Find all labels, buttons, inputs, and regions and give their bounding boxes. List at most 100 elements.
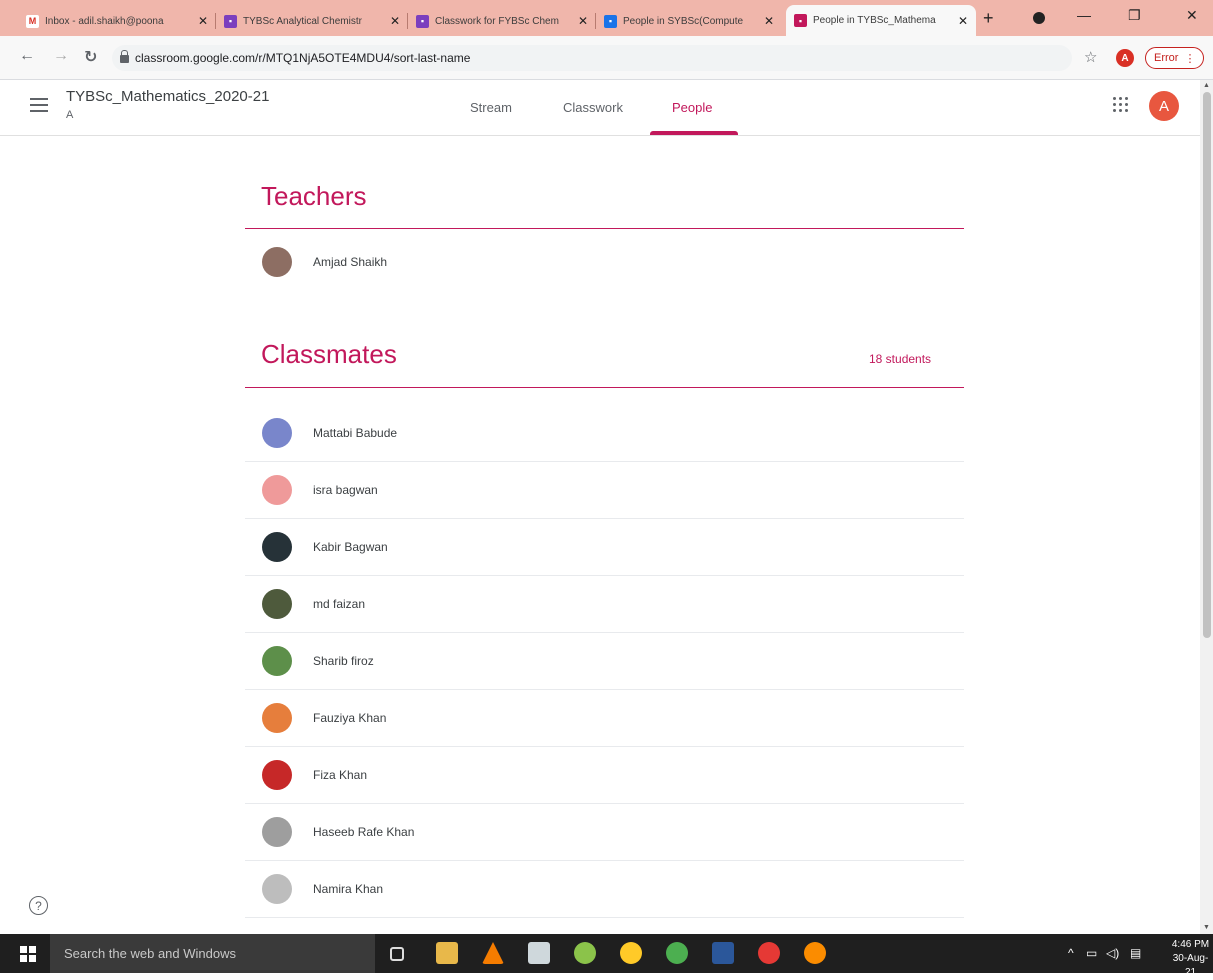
classroom-header: TYBSc_Mathematics_2020-21 A Stream Class… <box>0 80 1200 136</box>
avatar <box>262 589 292 619</box>
bookmark-star-icon[interactable]: ☆ <box>1084 48 1097 66</box>
tab-people[interactable]: People <box>672 100 712 115</box>
avatar <box>262 418 292 448</box>
close-tab-icon[interactable]: ✕ <box>198 14 208 28</box>
classmate-name: Haseeb Rafe Khan <box>313 825 415 839</box>
classroom-icon: ▪ <box>224 14 237 28</box>
classmate-name: Mattabi Babude <box>313 426 398 440</box>
scroll-up-icon[interactable]: ▲ <box>1203 82 1210 89</box>
teacher-row[interactable]: Amjad Shaikh <box>245 233 964 290</box>
browser-profile-avatar[interactable]: A <box>1116 49 1134 67</box>
system-clock[interactable]: 4:46 PM 30-Aug-21 <box>1168 938 1213 980</box>
account-avatar[interactable]: A <box>1149 91 1179 121</box>
student-count: 18 students <box>869 352 932 366</box>
classmate-row[interactable]: Namira Khan <box>245 861 964 918</box>
browser-tab-inbox[interactable]: M Inbox - adil.shaikh@poona ✕ <box>18 6 216 36</box>
browser-tab-people-tybsc[interactable]: ▪ People in TYBSc_Mathema ✕ <box>786 5 976 36</box>
forward-icon[interactable]: → <box>53 47 69 65</box>
close-window-button[interactable]: ✕ <box>1186 7 1198 24</box>
tab-stream[interactable]: Stream <box>470 100 512 115</box>
close-tab-icon[interactable]: ✕ <box>578 14 588 28</box>
tab-title: People in SYBSc(Compute <box>623 15 744 27</box>
avatar <box>262 532 292 562</box>
vlc-icon[interactable] <box>482 942 504 964</box>
taskbar-search[interactable]: Search the web and Windows <box>50 934 375 973</box>
volume-icon[interactable]: ◁) <box>1106 946 1119 960</box>
calculator-icon[interactable] <box>528 942 550 964</box>
classmate-row[interactable]: Fiza Khan <box>245 747 964 804</box>
chrome-icon[interactable] <box>666 942 688 964</box>
restore-button[interactable]: ❐ <box>1128 7 1141 24</box>
classmate-row[interactable]: Haseeb Rafe Khan <box>245 804 964 861</box>
avatar <box>262 703 292 733</box>
teacher-name: Amjad Shaikh <box>313 254 388 269</box>
scroll-down-icon[interactable]: ▼ <box>1203 924 1210 931</box>
tab-title: TYBSc Analytical Chemistr <box>243 15 362 27</box>
windows-start-icon[interactable] <box>20 946 36 962</box>
avatar <box>262 817 292 847</box>
active-tab-indicator <box>650 131 738 135</box>
tab-title: Classwork for FYBSc Chem <box>435 15 559 27</box>
clock-time: 4:46 PM <box>1171 939 1210 950</box>
classmate-name: isra bagwan <box>313 483 378 497</box>
file-explorer-icon[interactable] <box>436 942 458 964</box>
classmate-row[interactable]: Sharib firoz <box>245 633 964 690</box>
classroom-icon: ▪ <box>604 14 617 28</box>
classroom-icon: ▪ <box>794 14 807 27</box>
classmate-name: Fauziya Khan <box>313 711 387 725</box>
paint-icon[interactable] <box>574 942 596 964</box>
clock-date: 30-Aug-21 <box>1172 953 1209 978</box>
chrome-profile-icon[interactable] <box>758 942 780 964</box>
windows-taskbar: Search the web and Windows ^ ▭ ◁) ▤ 4:46… <box>0 934 1213 978</box>
new-tab-button[interactable]: + <box>983 8 994 29</box>
close-tab-icon[interactable]: ✕ <box>958 14 968 28</box>
classmate-row[interactable]: Kabir Bagwan <box>245 519 964 576</box>
browser-tab-classwork-fybsc[interactable]: ▪ Classwork for FYBSc Chem ✕ <box>408 6 596 36</box>
class-section: A <box>66 109 74 121</box>
task-view-icon[interactable] <box>390 947 404 961</box>
help-icon[interactable]: ? <box>29 896 48 915</box>
class-title[interactable]: TYBSc_Mathematics_2020-21 <box>66 88 269 105</box>
avatar <box>262 475 292 505</box>
close-tab-icon[interactable]: ✕ <box>764 14 774 28</box>
menu-icon[interactable] <box>30 98 48 116</box>
teachers-heading: Teachers <box>261 181 367 211</box>
reload-icon[interactable]: ↻ <box>84 47 97 67</box>
address-bar[interactable]: classroom.google.com/r/MTQ1NjA5OTE4MDU4/… <box>112 45 1072 71</box>
classmate-row[interactable]: Mattabi Babude <box>245 405 964 462</box>
tab-classwork[interactable]: Classwork <box>563 100 623 115</box>
error-label: Error <box>1154 52 1179 64</box>
chrome-alt-icon[interactable] <box>804 942 826 964</box>
word-icon[interactable] <box>712 942 734 964</box>
classmate-row[interactable]: md faizan <box>245 576 964 633</box>
scrollbar-thumb[interactable] <box>1203 92 1211 638</box>
classmate-name: Namira Khan <box>313 882 384 896</box>
browser-tab-analytical-chemistry[interactable]: ▪ TYBSc Analytical Chemistr ✕ <box>216 6 408 36</box>
classroom-icon: ▪ <box>416 14 429 28</box>
notifications-icon[interactable]: ▤ <box>1130 946 1141 960</box>
app-icon[interactable] <box>620 942 642 964</box>
close-tab-icon[interactable]: ✕ <box>390 14 400 28</box>
browser-tab-people-sybsc[interactable]: ▪ People in SYBSc(Compute ✕ <box>596 6 782 36</box>
google-apps-icon[interactable] <box>1113 97 1129 113</box>
lock-icon <box>120 50 129 63</box>
more-vert-icon: ⋮ <box>1184 52 1196 65</box>
classmate-name: Kabir Bagwan <box>313 540 388 554</box>
avatar <box>262 246 292 277</box>
avatar <box>262 874 292 904</box>
extension-icon[interactable] <box>1033 12 1045 24</box>
avatar <box>262 646 292 676</box>
browser-tab-strip: M Inbox - adil.shaikh@poona ✕ ▪ TYBSc An… <box>0 0 1213 36</box>
avatar <box>262 760 292 790</box>
classmate-row[interactable]: isra bagwan <box>245 462 964 519</box>
classmates-divider <box>245 387 964 388</box>
classmate-row[interactable]: Fauziya Khan <box>245 690 964 747</box>
tray-chevron-icon[interactable]: ^ <box>1068 946 1074 960</box>
error-button[interactable]: Error ⋮ <box>1145 47 1205 69</box>
network-icon[interactable]: ▭ <box>1086 946 1097 960</box>
minimize-button[interactable]: — <box>1077 7 1091 23</box>
classmates-heading: Classmates <box>261 339 397 369</box>
back-icon[interactable]: ← <box>19 47 35 65</box>
classmate-name: Fiza Khan <box>313 768 368 782</box>
tab-title: People in TYBSc_Mathema <box>813 15 936 26</box>
